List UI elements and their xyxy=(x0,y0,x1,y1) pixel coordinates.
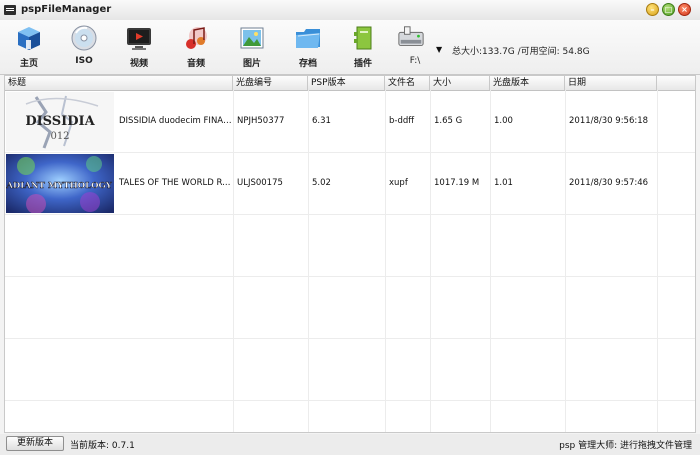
toolbar: 主页 ISO 视频 音频 图片 存档 插件 F:\ ▼ 总大小:133.7G /… xyxy=(0,20,700,75)
toolbar-picture-button[interactable]: 图片 xyxy=(230,22,274,70)
cell-disc-version: 1.00 xyxy=(494,116,513,126)
title-bar: pspFileManager – □ × xyxy=(0,0,700,21)
table-header: 标题 光盘编号 PSP版本 文件名 大小 光盘版本 日期 xyxy=(5,76,695,91)
update-version-button[interactable]: 更新版本 xyxy=(6,436,64,451)
cell-psp-version: 5.02 xyxy=(312,178,331,188)
storage-info: 总大小:133.7G /可用空间: 54.8G xyxy=(452,47,590,57)
cell-title: DISSIDIA duodecim FINAL FANTASY xyxy=(119,116,233,126)
cell-date: 2011/8/30 9:57:46 xyxy=(569,178,649,188)
toolbar-plugin-button[interactable]: 插件 xyxy=(341,22,385,70)
close-button[interactable]: × xyxy=(678,3,691,16)
disc-icon xyxy=(71,25,97,51)
app-window: pspFileManager – □ × 主页 ISO 视频 音频 图片 存档 … xyxy=(0,0,700,455)
svg-text:RADIANT MYTHOLOGY 2: RADIANT MYTHOLOGY 2 xyxy=(6,181,114,191)
toolbar-saves-button[interactable]: 存档 xyxy=(286,22,330,70)
cell-disc-version: 1.01 xyxy=(494,178,513,188)
cell-title: TALES OF THE WORLD RADIANT MYTHOLOGY 2 xyxy=(119,178,233,188)
window-title: pspFileManager xyxy=(21,4,112,15)
app-menu-icon[interactable] xyxy=(4,5,16,15)
column-header-psp-version[interactable]: PSP版本 xyxy=(308,76,385,90)
folder-icon xyxy=(296,29,320,48)
current-version: 当前版本: 0.7.1 xyxy=(70,441,135,451)
column-header-disc-version[interactable]: 光盘版本 xyxy=(490,76,565,90)
plugin-icon xyxy=(354,26,372,50)
toolbar-iso-button[interactable]: ISO xyxy=(62,22,106,70)
video-screen-icon xyxy=(127,28,151,50)
column-header-disc-id[interactable]: 光盘编号 xyxy=(233,76,308,90)
cell-file-name: b-ddff xyxy=(389,116,415,126)
column-header-file-name[interactable]: 文件名 xyxy=(385,76,430,90)
chevron-down-icon[interactable]: ▼ xyxy=(436,45,442,54)
game-cover-thumbnail: RADIANT MYTHOLOGY 2 xyxy=(6,154,114,213)
status-message: psp 管理大师: 进行拖拽文件管理 xyxy=(559,441,692,451)
picture-icon xyxy=(240,27,264,49)
cell-size: 1.65 G xyxy=(434,116,463,126)
cell-date: 2011/8/30 9:56:18 xyxy=(569,116,649,126)
svg-text:012: 012 xyxy=(50,131,69,142)
toolbar-video-button[interactable]: 视频 xyxy=(117,22,161,70)
cell-disc-id: ULJS00175 xyxy=(237,178,283,188)
toolbar-home-button[interactable]: 主页 xyxy=(7,22,51,70)
minimize-button[interactable]: – xyxy=(646,3,659,16)
column-header-filler xyxy=(657,76,695,90)
drive-icon xyxy=(398,26,424,46)
cell-disc-id: NPJH50377 xyxy=(237,116,285,126)
drive-selector[interactable]: F:\ ▼ xyxy=(393,22,445,70)
music-icon xyxy=(186,27,207,49)
home-cube-icon xyxy=(18,27,40,50)
game-cover-thumbnail: DISSIDIA 012 xyxy=(6,92,114,151)
cell-psp-version: 6.31 xyxy=(312,116,331,126)
status-bar: 更新版本 当前版本: 0.7.1 psp 管理大师: 进行拖拽文件管理 xyxy=(0,434,700,455)
column-header-title[interactable]: 标题 xyxy=(5,76,233,90)
column-header-date[interactable]: 日期 xyxy=(565,76,657,90)
cell-size: 1017.19 M xyxy=(434,178,480,188)
cell-file-name: xupf xyxy=(389,178,408,188)
column-header-size[interactable]: 大小 xyxy=(430,76,490,90)
file-table: 标题 光盘编号 PSP版本 文件名 大小 光盘版本 日期 DISSIDIA 01… xyxy=(4,75,696,433)
table-row[interactable]: DISSIDIA 012 DISSIDIA duodecim FINAL FAN… xyxy=(5,91,695,152)
maximize-button[interactable]: □ xyxy=(662,3,675,16)
svg-text:DISSIDIA: DISSIDIA xyxy=(25,114,95,129)
toolbar-audio-button[interactable]: 音频 xyxy=(174,22,218,70)
table-row[interactable]: RADIANT MYTHOLOGY 2 TALES OF THE WORLD R… xyxy=(5,153,695,214)
